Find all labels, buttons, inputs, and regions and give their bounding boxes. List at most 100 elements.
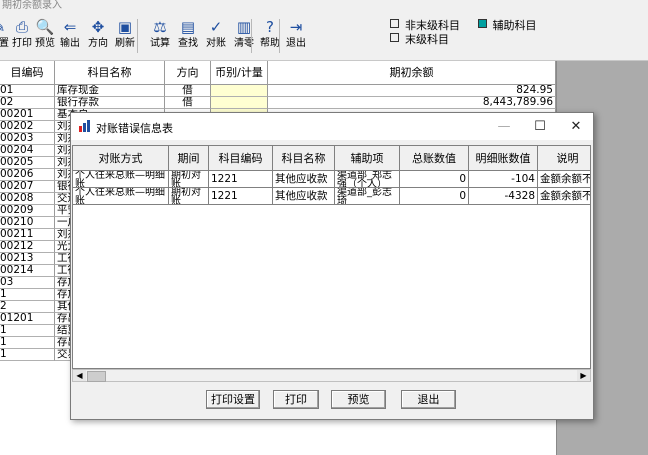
horizontal-scrollbar[interactable]: ◀ ▶: [72, 369, 591, 382]
exit-icon: ⇥: [289, 18, 303, 36]
col-auxiliary-header[interactable]: 辅助项: [335, 146, 400, 171]
cell-code[interactable]: 00211: [0, 229, 55, 241]
cell-name[interactable]: 银行存款: [55, 97, 165, 109]
exit-button[interactable]: 退出: [401, 390, 456, 409]
cell-code[interactable]: 00209: [0, 205, 55, 217]
maximize-icon[interactable]: ☐: [522, 116, 558, 137]
export-icon: ⇐: [63, 18, 77, 36]
legend-leaf: 末级科目: [405, 33, 449, 46]
col-account-name-cell[interactable]: 其他应收款: [273, 188, 335, 205]
cell-code[interactable]: 2: [0, 301, 55, 313]
refresh-icon: ▣: [117, 18, 133, 36]
cell-code[interactable]: 00202: [0, 121, 55, 133]
toolbar-reconcile-button[interactable]: ✓ 对账: [203, 17, 229, 55]
non-leaf-swatch: [390, 19, 399, 28]
cell-code[interactable]: 00204: [0, 145, 55, 157]
col-detail-value-cell[interactable]: -104: [469, 171, 538, 188]
cell-currency[interactable]: [211, 97, 268, 109]
cell-amount[interactable]: 8,443,789.96: [268, 97, 556, 109]
toolbar-button-label: 打印: [12, 38, 32, 49]
col-remark-cell[interactable]: 金额余额不: [538, 188, 590, 205]
preview-button[interactable]: 预览: [331, 390, 386, 409]
cell-code[interactable]: 1: [0, 325, 55, 337]
reconcile-error-dialog: 对账错误信息表 — ☐ ✕ 对账方式 期间 科目编码 科目名称 辅助项 总账数值 明细账数值…: [70, 112, 594, 420]
cell-code[interactable]: 02: [0, 97, 55, 109]
legend-non-leaf: 非末级科目: [405, 19, 460, 32]
col-auxiliary-cell[interactable]: 渠道部_郑志强（个人）: [335, 171, 400, 188]
toolbar-refresh-button[interactable]: ▣ 刷新: [114, 17, 136, 55]
auxiliary-swatch: [477, 19, 487, 28]
cell-name[interactable]: 库存现金: [55, 85, 165, 97]
col-account-code-header[interactable]: 科目编码: [209, 146, 273, 171]
col-ledger-value-cell[interactable]: 0: [400, 171, 469, 188]
toolbar-button-label: 帮助: [260, 38, 280, 49]
toolbar-help-button[interactable]: ? 帮助: [259, 17, 281, 55]
cell-direction[interactable]: 借: [165, 97, 211, 109]
col-period-cell[interactable]: 期初对账: [169, 171, 209, 188]
cell-code[interactable]: 1: [0, 337, 55, 349]
toolbar-printer-button[interactable]: ⎙ 打印: [11, 17, 33, 55]
cell-code[interactable]: 00206: [0, 169, 55, 181]
cell-direction[interactable]: 借: [165, 85, 211, 97]
col-auxiliary-cell[interactable]: 渠道部_彭志琦: [335, 188, 400, 205]
toolbar-preview-button[interactable]: 🔍 预览: [34, 17, 56, 55]
reconcile-icon: ✓: [209, 18, 223, 36]
col-account-name-header[interactable]: 科目名称: [273, 146, 335, 171]
col-account-name-cell[interactable]: 其他应收款: [273, 171, 335, 188]
col-ledger-value-cell[interactable]: 0: [400, 188, 469, 205]
cell-code[interactable]: 00212: [0, 241, 55, 253]
direction-icon: ✥: [91, 18, 105, 36]
scroll-right-icon[interactable]: ▶: [577, 370, 590, 381]
scroll-left-icon[interactable]: ◀: [73, 370, 86, 381]
cell-code[interactable]: 00214: [0, 265, 55, 277]
toolbar-settings-button[interactable]: ✎设置: [0, 17, 10, 55]
toolbar-find-button[interactable]: ▤ 查找: [175, 17, 201, 55]
col-remark-cell[interactable]: 金额余额不: [538, 171, 590, 188]
toolbar-button-label: 对账: [206, 38, 226, 49]
cell-code[interactable]: 00207: [0, 181, 55, 193]
col-account-code-cell[interactable]: 1221: [209, 188, 273, 205]
cell-code[interactable]: 01201: [0, 313, 55, 325]
col-reconcile-method-cell[interactable]: 个人往来总账—明细账: [73, 171, 169, 188]
close-icon[interactable]: ✕: [558, 116, 594, 137]
col-reconcile-method-header[interactable]: 对账方式: [73, 146, 169, 171]
legend-row-2: 末级科目: [390, 33, 463, 46]
col-period-cell[interactable]: 期初对账: [169, 188, 209, 205]
table-row[interactable]: 02 银行存款借 8,443,789.96: [0, 97, 556, 109]
cell-code[interactable]: 1: [0, 349, 55, 361]
toolbar-clear-button[interactable]: ▥ 清零: [232, 17, 256, 55]
col-detail-value-header[interactable]: 明细账数值: [469, 146, 538, 171]
cell-code[interactable]: 00205: [0, 157, 55, 169]
table-row[interactable]: 01 库存现金借 824.95: [0, 85, 556, 97]
cell-amount[interactable]: 824.95: [268, 85, 556, 97]
toolbar-button-label: 输出: [60, 38, 80, 49]
toolbar-export-button[interactable]: ⇐ 输出: [58, 17, 82, 55]
col-period-header[interactable]: 期间: [169, 146, 209, 171]
minimize-icon[interactable]: —: [486, 116, 522, 137]
toolbar-direction-button[interactable]: ✥ 方向: [84, 17, 112, 55]
print-setup-button[interactable]: 打印设置: [206, 390, 260, 409]
col-detail-value-cell[interactable]: -4328: [469, 188, 538, 205]
cell-code[interactable]: 03: [0, 277, 55, 289]
toolbar-exit-button[interactable]: ⇥ 退出: [284, 17, 308, 55]
col-account-code-cell[interactable]: 1221: [209, 171, 273, 188]
cell-code[interactable]: 01: [0, 85, 55, 97]
dialog-titlebar[interactable]: 对账错误信息表 — ☐ ✕: [71, 113, 593, 140]
error-table[interactable]: 对账方式 期间 科目编码 科目名称 辅助项 总账数值 明细账数值 说明个人往来总账—明细账 期初…: [72, 145, 591, 369]
legend-row-1: 非末级科目 辅助科目: [390, 19, 551, 32]
cell-code[interactable]: 00208: [0, 193, 55, 205]
toolbar: 非末级科目 辅助科目 末级科目 ✎设置 ⎙ 打印🔍 预览 ⇐ 输出 ✥ 方向 ▣ 刷新 ⚖ 试算 ▤ 查找…: [0, 13, 648, 61]
col-ledger-value-header[interactable]: 总账数值: [400, 146, 469, 171]
preview-icon: 🔍: [35, 18, 55, 36]
cell-code[interactable]: 00210: [0, 217, 55, 229]
cell-code[interactable]: 00203: [0, 133, 55, 145]
toolbar-trial-balance-button[interactable]: ⚖ 试算: [147, 17, 173, 55]
scroll-thumb[interactable]: [87, 371, 106, 382]
cell-code[interactable]: 00201: [0, 109, 55, 121]
col-remark-header[interactable]: 说明: [538, 146, 590, 171]
cell-code[interactable]: 1: [0, 289, 55, 301]
print-button[interactable]: 打印: [273, 390, 319, 409]
cell-currency[interactable]: [211, 85, 268, 97]
col-reconcile-method-cell[interactable]: 个人往来总账—明细账: [73, 188, 169, 205]
cell-code[interactable]: 00213: [0, 253, 55, 265]
